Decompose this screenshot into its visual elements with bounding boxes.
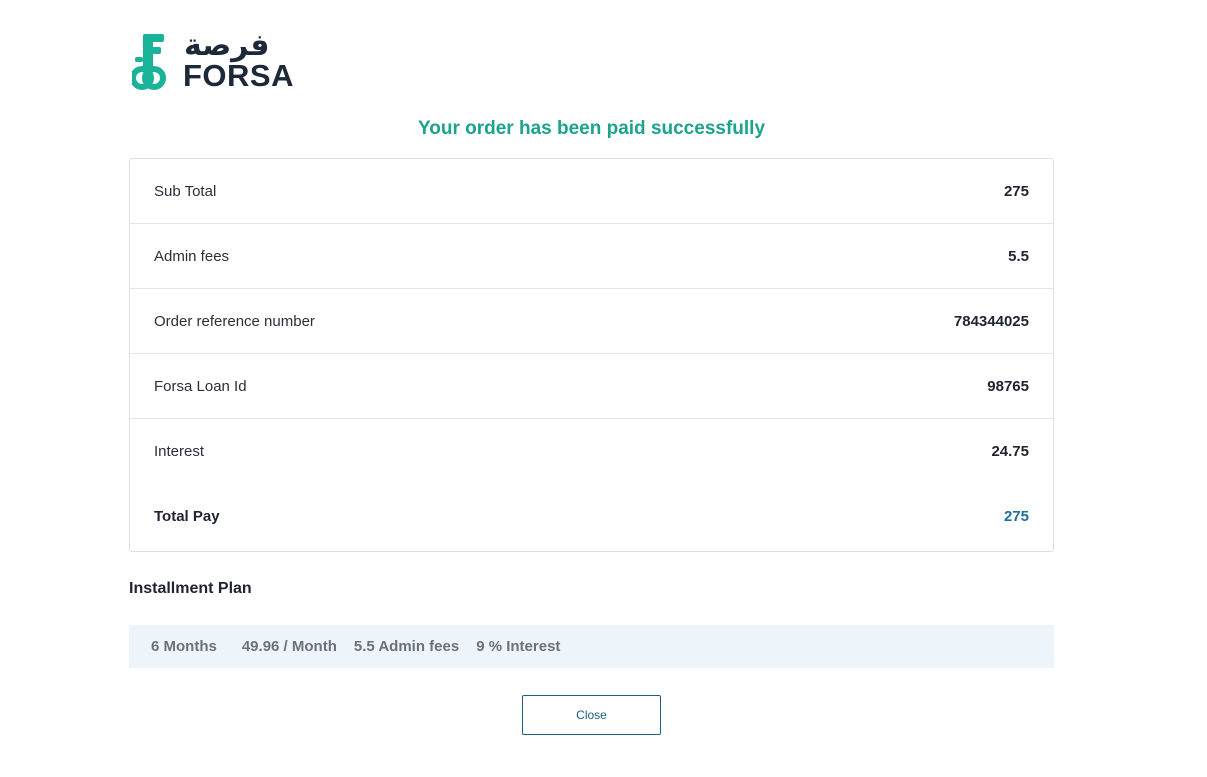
forsa-logo: فرصة FORSA (132, 30, 294, 94)
summary-row-subtotal: Sub Total 275 (130, 159, 1053, 224)
row-label: Order reference number (154, 312, 315, 330)
installment-plan-details: 6 Months 49.96 / Month 5.5 Admin fees 9 … (129, 625, 1054, 668)
total-value: 275 (1003, 508, 1029, 525)
success-message: Your order has been paid successfully (417, 118, 766, 139)
plan-interest: 9 % Interest (476, 638, 561, 655)
row-label: Interest (154, 443, 205, 460)
row-value: 98765 (987, 377, 1029, 395)
row-value: 24.75 (991, 443, 1029, 460)
row-value: 275 (1003, 182, 1029, 200)
summary-row-loan-id: Forsa Loan Id 98765 (130, 354, 1053, 419)
total-label: Total Pay (154, 508, 220, 525)
summary-row-interest: Interest 24.75 (130, 419, 1053, 484)
row-value: 5.5 (1008, 247, 1029, 265)
key-icon (132, 34, 166, 90)
row-label: Admin fees (154, 247, 230, 265)
close-button[interactable]: Close (522, 695, 661, 735)
row-value: 784344025 (953, 312, 1029, 330)
row-label: Forsa Loan Id (154, 377, 247, 395)
row-label: Sub Total (154, 182, 217, 200)
summary-row-total-pay: Total Pay 275 (130, 484, 1053, 549)
installment-plan-title: Installment Plan (129, 580, 252, 597)
logo-text: FORSA (183, 58, 294, 93)
plan-admin-fees: 5.5 Admin fees (353, 638, 460, 655)
summary-row-order-reference: Order reference number 784344025 (130, 289, 1053, 354)
order-summary-table: Sub Total 275 Admin fees 5.5 Order refer… (129, 158, 1054, 552)
plan-monthly-amount: 49.96 / Month (241, 638, 337, 655)
plan-months: 6 Months (151, 638, 217, 655)
summary-row-admin-fees: Admin fees 5.5 (130, 224, 1053, 289)
